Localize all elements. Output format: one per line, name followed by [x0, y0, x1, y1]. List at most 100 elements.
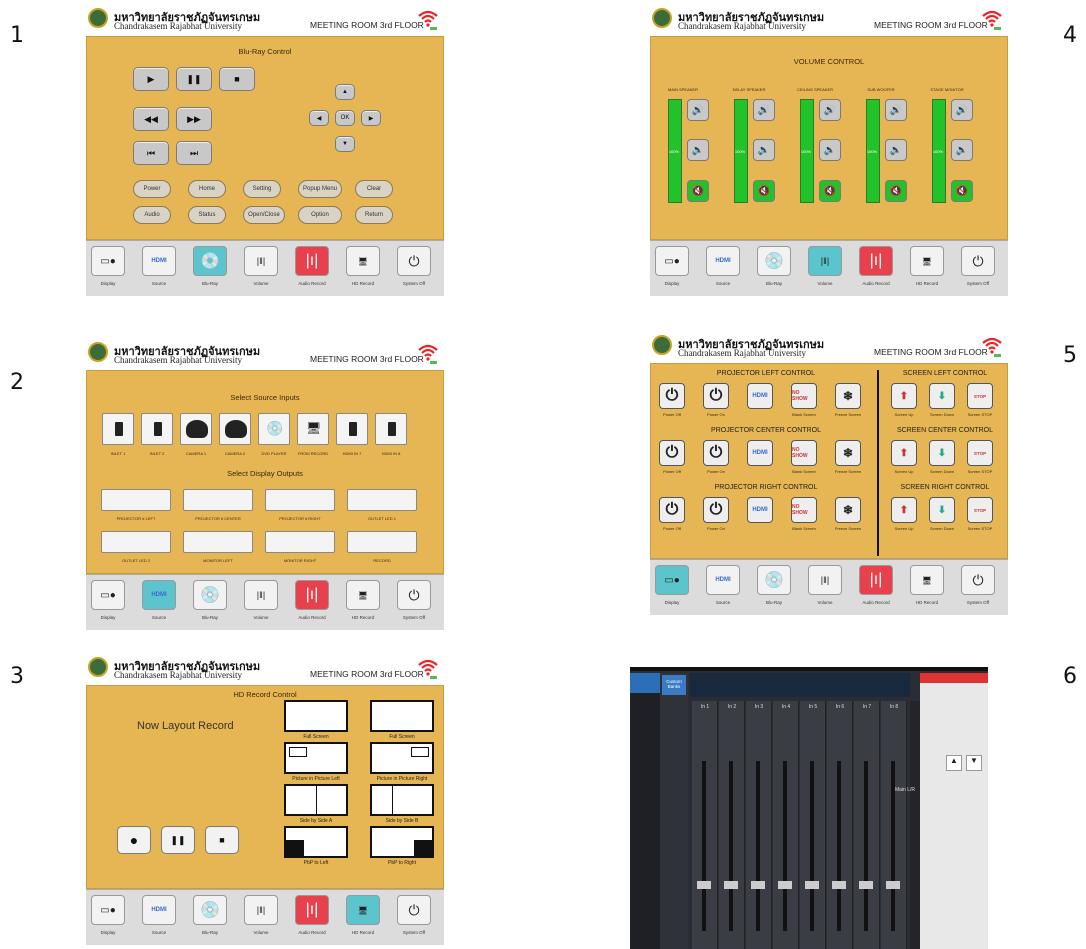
popup-menu-button[interactable]: Popup Menu — [298, 180, 342, 198]
mute-button[interactable]: 🔇 — [687, 180, 709, 202]
input-dvd-player[interactable]: 💿 — [258, 413, 290, 445]
pause-record-button[interactable]: ❚❚ — [161, 826, 195, 854]
nav-audio-record[interactable]: |ı| — [295, 246, 329, 276]
nav-hd-record[interactable]: 🖥 — [346, 895, 380, 925]
layout-pbp-right[interactable] — [370, 826, 434, 858]
setting-button[interactable]: Setting — [243, 180, 281, 198]
volume-down-button[interactable]: 🔈 — [951, 139, 973, 161]
nav-source[interactable]: HDMI — [142, 246, 176, 276]
nav-hd-record[interactable]: 🖥 — [910, 246, 944, 276]
nav-audio-record[interactable]: |ı| — [295, 895, 329, 925]
layout-pip-left[interactable] — [284, 742, 348, 774]
nav-audio-record[interactable]: |ı| — [859, 565, 893, 595]
output-monitor-right[interactable] — [265, 531, 335, 553]
screen-up-button[interactable]: ⬆ — [891, 440, 917, 466]
return-button[interactable]: Return — [355, 206, 393, 224]
nav-volume[interactable]: |‖| — [808, 246, 842, 276]
nav-display[interactable]: ▭● — [655, 246, 689, 276]
nav-system-off[interactable]: ⏻ — [961, 565, 995, 595]
nav-system-off[interactable]: ⏻ — [397, 895, 431, 925]
hdmi-button[interactable]: HDMI — [747, 383, 773, 409]
play-button[interactable]: ▶ — [133, 67, 169, 91]
power-off-button[interactable]: ⏻ — [659, 383, 685, 409]
scroll-up-button[interactable]: ▲ — [946, 755, 962, 771]
fader-knob[interactable] — [886, 881, 900, 889]
volume-up-button[interactable]: 🔊 — [819, 99, 841, 121]
rewind-button[interactable]: ◀◀ — [133, 107, 169, 131]
nav-volume[interactable]: |‖| — [808, 565, 842, 595]
layout-pip-right[interactable] — [370, 742, 434, 774]
mute-button[interactable]: 🔇 — [951, 180, 973, 202]
fader-knob[interactable] — [751, 881, 765, 889]
freeze-screen-button[interactable]: ❄ — [835, 497, 861, 523]
nav-source[interactable]: HDMI — [142, 580, 176, 610]
scroll-down-button[interactable]: ▼ — [966, 755, 982, 771]
nav-bluray[interactable]: 💿 — [193, 580, 227, 610]
layout-side-by-side-b[interactable] — [370, 784, 434, 816]
nav-bluray[interactable]: 💿 — [193, 246, 227, 276]
input-hdmi-7[interactable] — [336, 413, 368, 445]
screen-down-button[interactable]: ⬇ — [929, 440, 955, 466]
previous-button[interactable]: ⏮ — [133, 141, 169, 165]
nav-hd-record[interactable]: 🖥 — [910, 565, 944, 595]
record-button[interactable]: ● — [117, 826, 151, 854]
hdmi-button[interactable]: HDMI — [747, 497, 773, 523]
nav-hd-record[interactable]: 🖥 — [346, 580, 380, 610]
nav-volume[interactable]: |‖| — [244, 580, 278, 610]
input-inlet-1[interactable] — [102, 413, 134, 445]
fader-knob[interactable] — [859, 881, 873, 889]
main-mix-tab[interactable] — [630, 673, 660, 693]
input-inlet-2[interactable] — [141, 413, 173, 445]
stop-button[interactable]: ■ — [219, 67, 255, 91]
fader-knob[interactable] — [805, 881, 819, 889]
custom-banks-button[interactable]: Custom Banks — [662, 675, 686, 695]
forward-button[interactable]: ▶▶ — [176, 107, 212, 131]
nav-hd-record[interactable]: 🖥 — [346, 246, 380, 276]
blank-screen-button[interactable]: NO SHOW — [791, 440, 817, 466]
nav-source[interactable]: HDMI — [706, 246, 740, 276]
volume-down-button[interactable]: 🔈 — [885, 139, 907, 161]
down-button[interactable]: ▼ — [335, 136, 355, 152]
nav-source[interactable]: HDMI — [142, 895, 176, 925]
layout-pbp-left[interactable] — [284, 826, 348, 858]
volume-down-button[interactable]: 🔈 — [753, 139, 775, 161]
up-button[interactable]: ▲ — [335, 84, 355, 100]
mute-button[interactable]: 🔇 — [819, 180, 841, 202]
volume-down-button[interactable]: 🔈 — [819, 139, 841, 161]
nav-bluray[interactable]: 💿 — [757, 246, 791, 276]
power-on-button[interactable]: ⏻ — [703, 497, 729, 523]
open-close-button[interactable]: Open/Close — [243, 206, 285, 224]
screen-down-button[interactable]: ⬇ — [929, 383, 955, 409]
fader-knob[interactable] — [697, 881, 711, 889]
hdmi-button[interactable]: HDMI — [747, 440, 773, 466]
audio-button[interactable]: Audio — [133, 206, 171, 224]
volume-up-button[interactable]: 🔊 — [951, 99, 973, 121]
power-button[interactable]: Power — [133, 180, 171, 198]
output-monitor-left[interactable] — [183, 531, 253, 553]
volume-down-button[interactable]: 🔈 — [687, 139, 709, 161]
output-outlet-led-1[interactable] — [347, 489, 417, 511]
screen-up-button[interactable]: ⬆ — [891, 497, 917, 523]
power-off-button[interactable]: ⏻ — [659, 440, 685, 466]
screen-stop-button[interactable]: STOP — [967, 497, 993, 523]
nav-system-off[interactable]: ⏻ — [397, 246, 431, 276]
input-camera-1[interactable] — [180, 413, 212, 445]
output-projector-left[interactable] — [101, 489, 171, 511]
nav-system-off[interactable]: ⏻ — [961, 246, 995, 276]
home-button[interactable]: Home — [188, 180, 226, 198]
freeze-screen-button[interactable]: ❄ — [835, 440, 861, 466]
power-on-button[interactable]: ⏻ — [703, 440, 729, 466]
layout-full-screen-a[interactable] — [284, 700, 348, 732]
next-button[interactable]: ⏭ — [176, 141, 212, 165]
power-off-button[interactable]: ⏻ — [659, 497, 685, 523]
ok-button[interactable]: OK — [335, 110, 355, 126]
volume-up-button[interactable]: 🔊 — [687, 99, 709, 121]
nav-audio-record[interactable]: |ı| — [295, 580, 329, 610]
power-on-button[interactable]: ⏻ — [703, 383, 729, 409]
fader-knob[interactable] — [832, 881, 846, 889]
nav-display[interactable]: ▭● — [91, 246, 125, 276]
blank-screen-button[interactable]: NO SHOW — [791, 497, 817, 523]
right-button[interactable]: ▶ — [361, 110, 381, 126]
mute-button[interactable]: 🔇 — [753, 180, 775, 202]
blank-screen-button[interactable]: NO SHOW — [791, 383, 817, 409]
